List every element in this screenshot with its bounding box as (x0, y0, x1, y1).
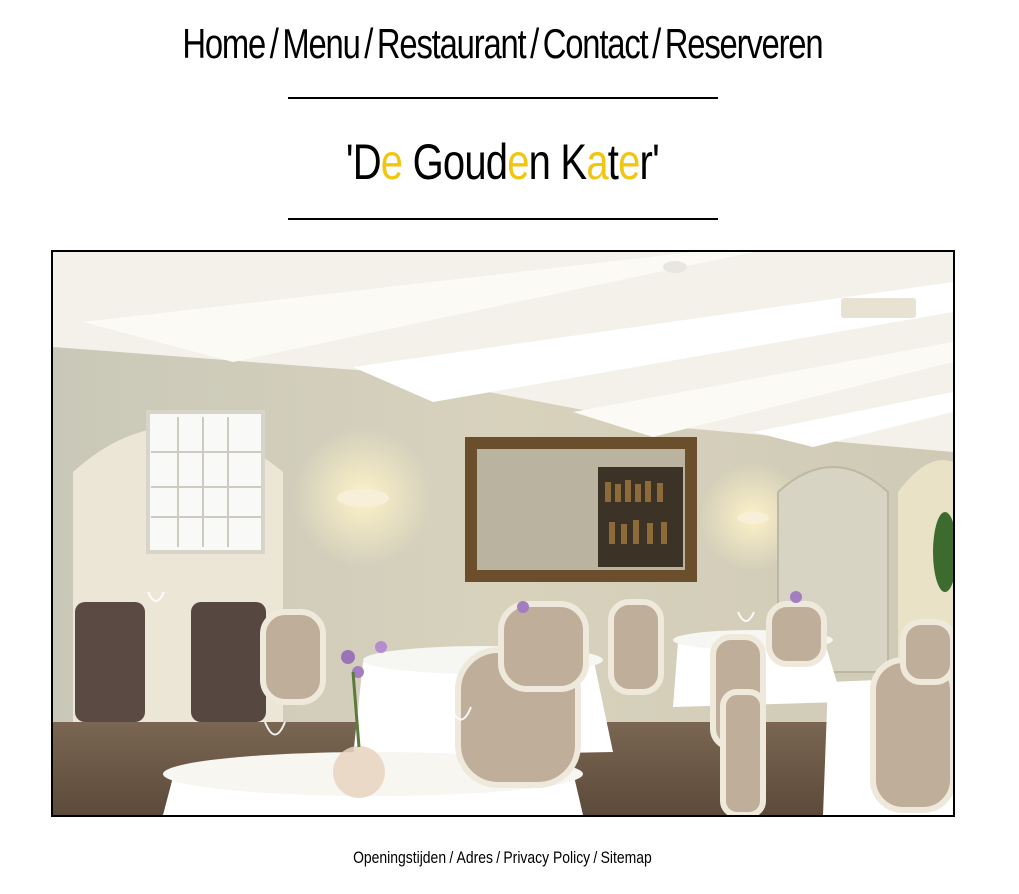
nav-separator: / (652, 20, 661, 67)
nav-home-link[interactable]: Home (182, 20, 266, 67)
title-part: r' (639, 134, 660, 190)
footer-separator: / (593, 848, 598, 867)
footer-privacy-policy-link[interactable]: Privacy Policy (503, 848, 590, 867)
nav-reserveren-link[interactable]: Reserveren (665, 20, 824, 67)
footer-adres-link[interactable]: Adres (457, 848, 493, 867)
title-part: t (607, 134, 619, 190)
footer-openingstijden-link[interactable]: Openingstijden (353, 848, 446, 867)
main-nav: Home / Menu / Restaurant / Contact / Reserveren (110, 18, 894, 70)
footer-links: Openingstijden / Adres / Privacy Policy / Site… (90, 846, 914, 870)
title-part: 'D (345, 134, 382, 190)
title-highlight: e (380, 134, 403, 190)
nav-separator: / (530, 20, 539, 67)
nav-contact-link[interactable]: Contact (543, 20, 649, 67)
divider-bottom (288, 218, 718, 220)
restaurant-photo (51, 250, 955, 817)
footer-separator: / (449, 848, 454, 867)
nav-menu-link[interactable]: Menu (282, 20, 360, 67)
restaurant-interior-illustration (53, 252, 953, 815)
footer-sitemap-link[interactable]: Sitemap (601, 848, 652, 867)
title-highlight: e (507, 134, 529, 190)
page-title: 'De Gouden Kater' (100, 132, 904, 192)
divider-top (288, 97, 718, 99)
title-highlight: a (586, 134, 608, 190)
nav-restaurant-link[interactable]: Restaurant (377, 20, 527, 67)
nav-separator: / (364, 20, 373, 67)
title-part: n K (528, 134, 587, 190)
nav-separator: / (269, 20, 279, 67)
title-part: Goud (402, 134, 508, 190)
title-highlight: e (618, 134, 640, 190)
footer-separator: / (496, 848, 501, 867)
